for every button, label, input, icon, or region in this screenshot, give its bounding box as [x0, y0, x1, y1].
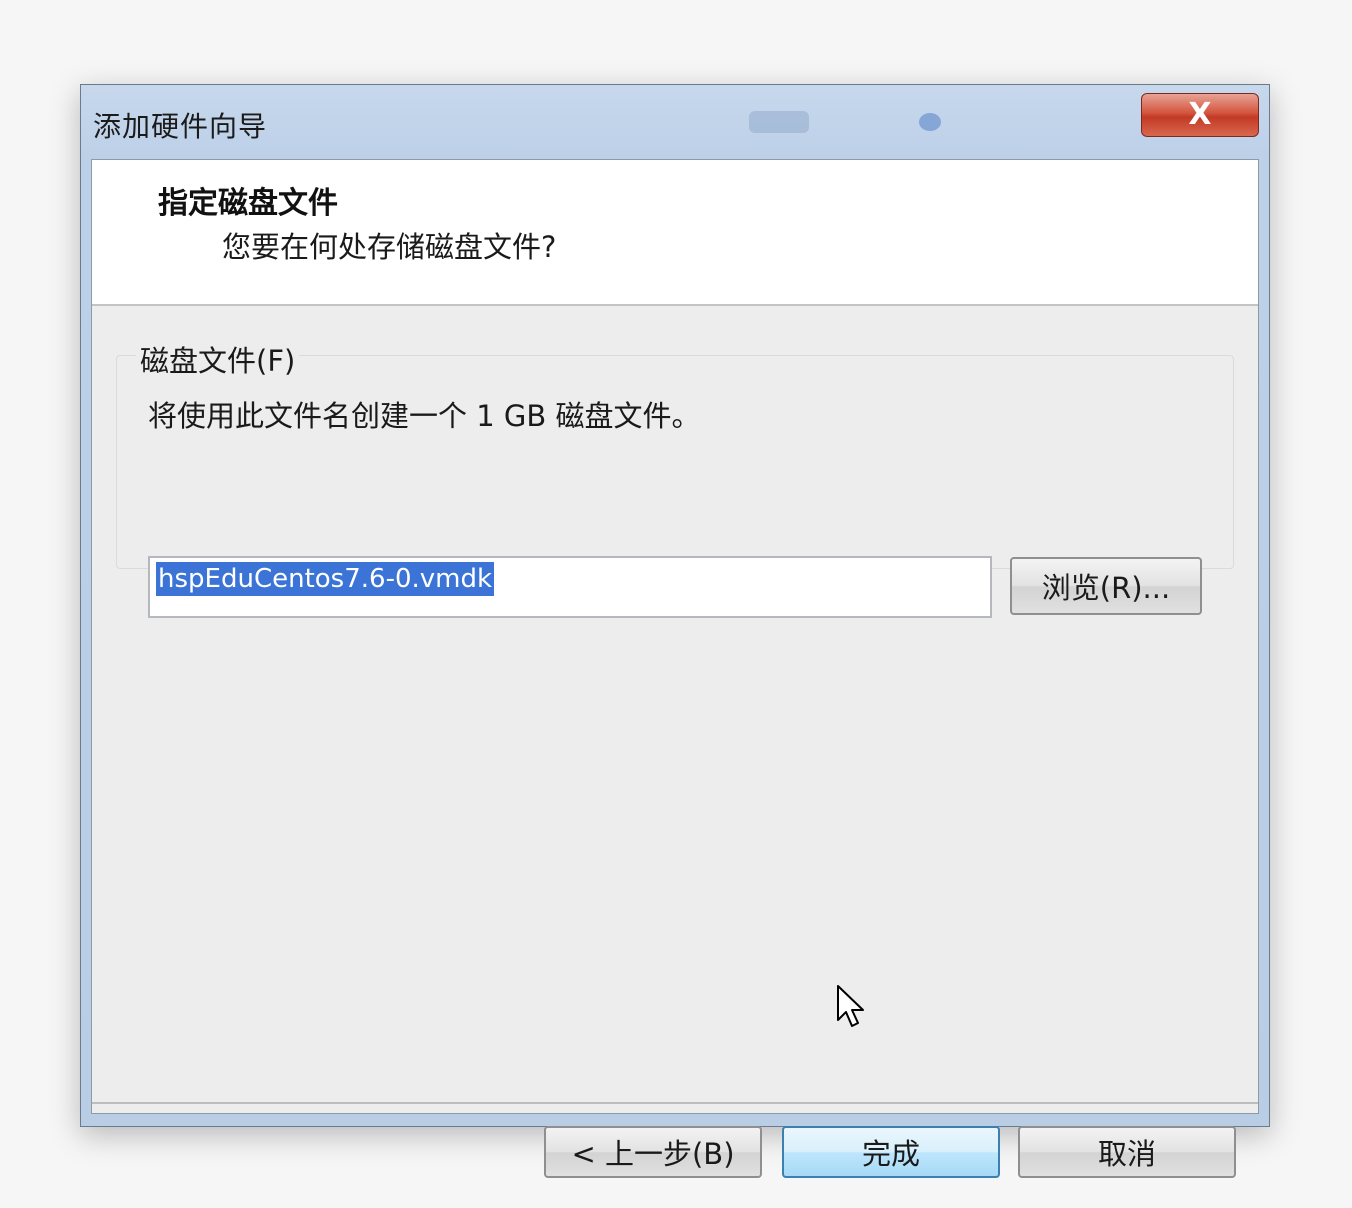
disk-filename-input[interactable]: hspEduCentos7.6-0.vmdk [148, 556, 992, 618]
footer-divider [92, 1102, 1258, 1104]
add-hardware-wizard-window: 添加硬件向导 X 指定磁盘文件 您要在何处存储磁盘文件? 磁盘文件(F) 将使用… [80, 84, 1270, 1178]
page-subtitle: 您要在何处存储磁盘文件? [222, 230, 557, 264]
back-button[interactable]: < 上一步(B) [544, 1126, 762, 1178]
page-title: 指定磁盘文件 [158, 186, 338, 221]
disk-file-description: 将使用此文件名创建一个 1 GB 磁盘文件。 [148, 399, 701, 433]
screen: 添加硬件向导 X 指定磁盘文件 您要在何处存储磁盘文件? 磁盘文件(F) 将使用… [0, 0, 1352, 1208]
wizard-client-area: 指定磁盘文件 您要在何处存储磁盘文件? 磁盘文件(F) 将使用此文件名创建一个 … [91, 159, 1259, 1178]
close-icon: X [1188, 97, 1212, 132]
blurred-taskbar-dot [919, 113, 941, 131]
title-bar[interactable]: 添加硬件向导 X [81, 85, 1269, 159]
disk-filename-value: hspEduCentos7.6-0.vmdk [156, 562, 495, 596]
mouse-pointer-icon [837, 985, 864, 1027]
finish-button[interactable]: 完成 [782, 1126, 1000, 1178]
cancel-button[interactable]: 取消 [1018, 1126, 1236, 1178]
browse-button[interactable]: 浏览(R)... [1010, 557, 1202, 615]
disk-file-group-label: 磁盘文件(F) [136, 338, 300, 380]
window-title: 添加硬件向导 [93, 110, 268, 143]
blurred-taskbar-mark [749, 111, 809, 133]
wizard-header: 指定磁盘文件 您要在何处存储磁盘文件? [92, 160, 1258, 306]
disk-file-groupbox [116, 355, 1234, 569]
close-button[interactable]: X [1141, 93, 1259, 137]
